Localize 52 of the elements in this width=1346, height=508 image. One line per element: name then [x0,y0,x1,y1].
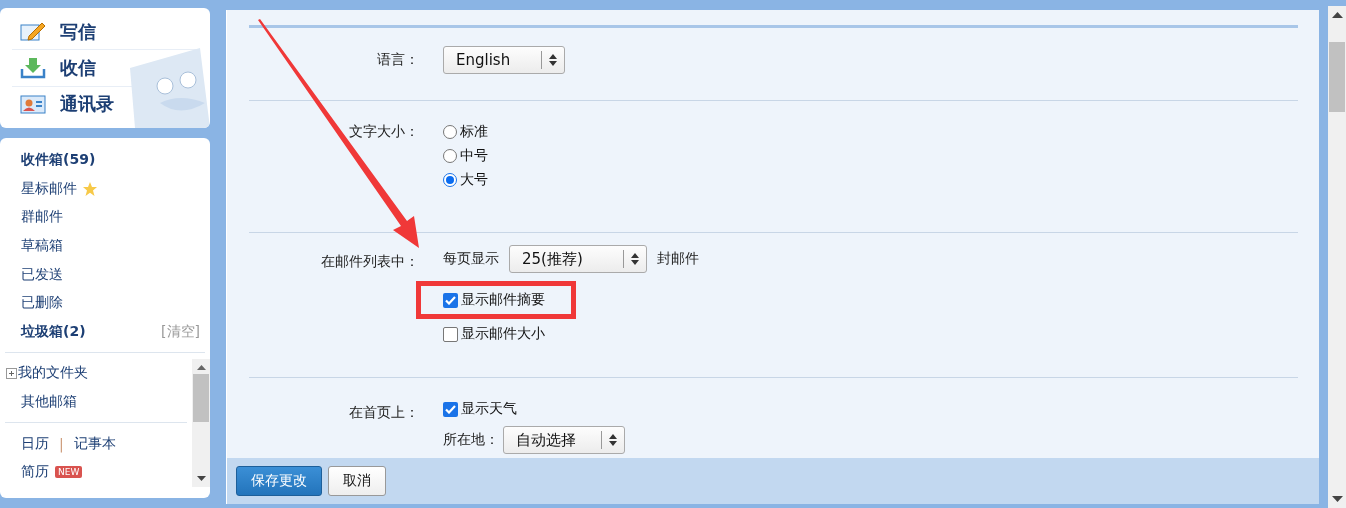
folder-link[interactable]: 已删除 [21,294,63,313]
field-label: 在首页上： [348,403,419,422]
up-down-arrows-icon [631,253,639,265]
checkbox-option[interactable]: 显示邮件摘要 [443,291,545,309]
field-label: 文字大小： [348,123,419,141]
folder-link[interactable]: 群邮件 [21,208,63,227]
up-down-arrows-icon [549,54,557,66]
scrollbar[interactable] [1328,6,1346,508]
down-arrow-icon[interactable] [196,476,206,482]
new-badge: NEW [55,466,83,479]
location-select[interactable]: 自动选择 [503,426,625,454]
checkmark-icon [445,404,456,414]
checkmark-icon [445,295,456,305]
nav-link[interactable]: 收信 [60,56,96,80]
save-button[interactable]: 保存更改 [236,466,322,496]
language-select[interactable]: English [443,46,565,74]
folder-link[interactable]: 我的文件夹 [18,364,88,383]
folder-link[interactable]: 其他邮箱 [21,393,77,412]
up-arrow-icon[interactable] [196,365,206,371]
up-arrow-icon[interactable] [1331,12,1343,18]
radio-option[interactable]: 大号 [443,171,488,189]
nav-link[interactable]: 通讯录 [60,92,114,117]
folder-link[interactable]: 已发送 [21,265,63,284]
checkbox-option[interactable]: 显示天气 [443,400,517,418]
plus-box-icon[interactable] [6,367,17,379]
tool-link[interactable]: 记事本 [73,434,116,453]
scroll-thumb[interactable] [1329,42,1345,112]
field-label: 在邮件列表中： [320,252,419,271]
radio-option[interactable]: 标准 [443,123,488,141]
radio-option[interactable]: 中号 [443,147,488,165]
tool-link[interactable]: 日历 [21,434,49,453]
field-label: 语言： [376,50,419,69]
folder-link[interactable]: 收件箱(59) [21,151,96,170]
download-tray-icon [20,57,46,79]
field-label: 所在地： [443,431,499,449]
nav-link[interactable]: 写信 [60,19,96,44]
field-label: 封邮件 [657,250,699,268]
tool-link[interactable]: 简历 [21,463,49,482]
down-arrow-icon[interactable] [1331,496,1343,502]
field-label: 每页显示 [443,250,499,268]
folder-link[interactable]: 星标邮件 [21,179,77,198]
page-size-select[interactable]: 25(推荐) [509,245,647,273]
separator-text: | [59,435,64,452]
checkbox-option[interactable]: 显示邮件大小 [443,325,545,343]
up-down-arrows-icon [609,434,617,446]
contact-card-icon [20,93,46,116]
scrollbar[interactable] [192,359,210,488]
scroll-thumb[interactable] [193,374,209,423]
pencil-note-icon [20,20,46,43]
folder-link[interactable]: 草稿箱 [21,237,63,256]
folder-link[interactable]: 垃圾箱(2) [21,322,86,341]
cancel-button[interactable]: 取消 [328,466,386,496]
